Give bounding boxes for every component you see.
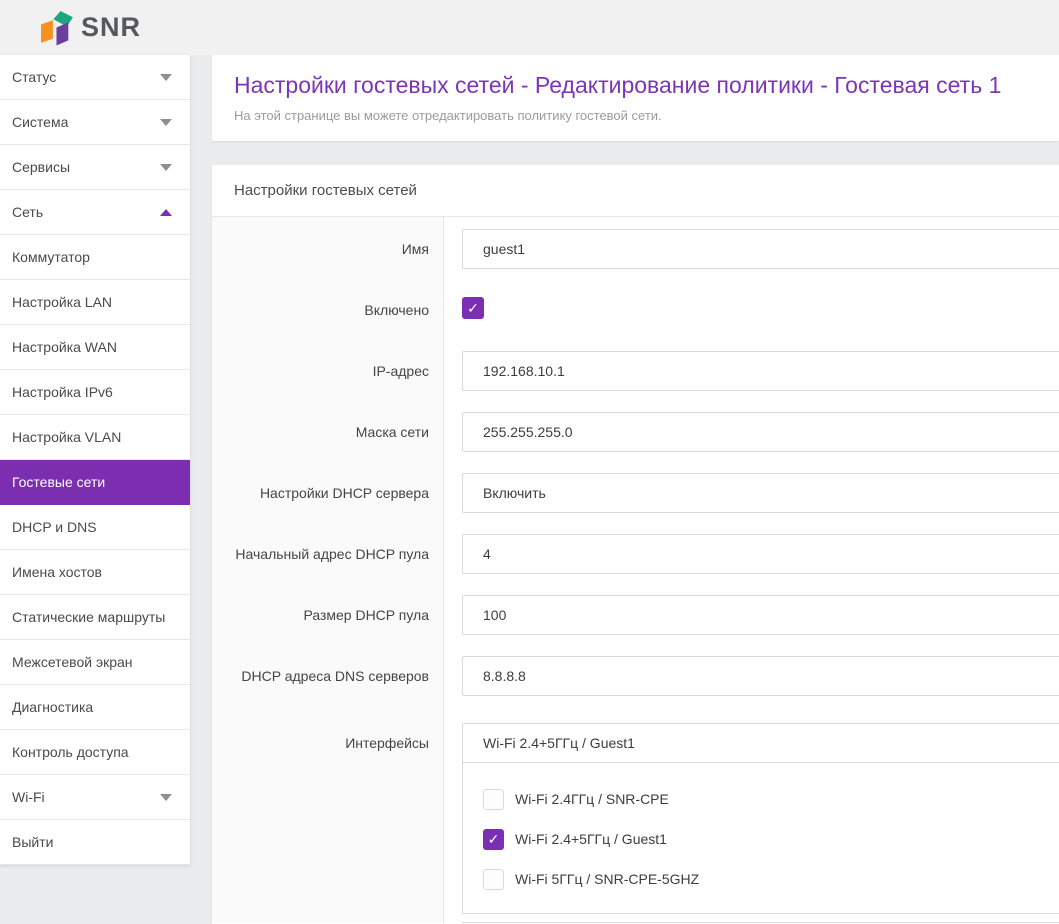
- form-row-dhcp-dns: DHCP адреса DNS серверов: [212, 644, 1059, 705]
- netmask-input[interactable]: [462, 412, 1059, 452]
- dhcp-dns-label: DHCP адреса DNS серверов: [212, 644, 443, 705]
- interfaces-input[interactable]: [462, 723, 1059, 763]
- sidebar-item-label: Настройка WAN: [12, 339, 117, 355]
- interface-checkbox-checked[interactable]: ✓: [483, 829, 504, 850]
- dhcp-pool-start-label: Начальный адрес DHCP пула: [212, 522, 443, 583]
- sidebar-item-ipv6-settings[interactable]: Настройка IPv6: [0, 370, 190, 415]
- sidebar-item-logout[interactable]: Выйти: [0, 820, 190, 865]
- enabled-label: Включено: [212, 278, 443, 339]
- guest-network-form-card: Настройки гостевых сетей Имя Включено ✓ …: [212, 165, 1059, 924]
- interfaces-label: Интерфейсы: [212, 705, 443, 923]
- form-row-enabled: Включено ✓: [212, 278, 1059, 339]
- sidebar-item-label: DHCP и DNS: [12, 519, 97, 535]
- name-input[interactable]: [462, 229, 1059, 269]
- sidebar-item-label: Имена хостов: [12, 564, 102, 580]
- dhcp-server-select[interactable]: [462, 473, 1059, 513]
- sidebar-item-label: Гостевые сети: [12, 474, 105, 490]
- ip-address-input[interactable]: [462, 351, 1059, 391]
- chevron-down-icon: [160, 74, 172, 81]
- sidebar-item-guest-networks[interactable]: Гостевые сети: [0, 460, 190, 505]
- sidebar-item-network[interactable]: Сеть: [0, 190, 190, 235]
- sidebar-item-label: Статус: [12, 69, 56, 85]
- sidebar-item-wifi[interactable]: Wi-Fi: [0, 775, 190, 820]
- sidebar-item-switch[interactable]: Коммутатор: [0, 235, 190, 280]
- form-row-dhcp-pool-start: Начальный адрес DHCP пула: [212, 522, 1059, 583]
- sidebar-item-label: Система: [12, 114, 68, 130]
- chevron-down-icon: [160, 794, 172, 801]
- name-label: Имя: [212, 217, 443, 278]
- page-title: Настройки гостевых сетей - Редактировани…: [234, 70, 1059, 100]
- snr-logo-icon: [40, 10, 74, 46]
- sidebar-item-static-routes[interactable]: Статические маршруты: [0, 595, 190, 640]
- sidebar: Статус Система Сервисы Сеть Коммутатор Н…: [0, 55, 190, 865]
- interfaces-dropdown-panel: Wi-Fi 2.4ГГц / SNR-CPE ✓ Wi-Fi 2.4+5ГГц …: [462, 762, 1059, 914]
- interface-option-label: Wi-Fi 2.4+5ГГц / Guest1: [515, 831, 667, 847]
- sidebar-item-hostnames[interactable]: Имена хостов: [0, 550, 190, 595]
- interface-option-label: Wi-Fi 2.4ГГц / SNR-CPE: [515, 791, 669, 807]
- sidebar-item-vlan-settings[interactable]: Настройка VLAN: [0, 415, 190, 460]
- page-subtitle: На этой странице вы можете отредактирова…: [234, 108, 1059, 123]
- form-body: Имя Включено ✓ IP-адрес: [212, 217, 1059, 923]
- sidebar-item-label: Настройка VLAN: [12, 429, 121, 445]
- enabled-checkbox[interactable]: ✓: [462, 297, 484, 319]
- dhcp-server-label: Настройки DHCP сервера: [212, 461, 443, 522]
- form-row-ip-address: IP-адрес: [212, 339, 1059, 400]
- snr-logo: SNR: [40, 10, 141, 46]
- next-field-cutoff: [462, 922, 1059, 923]
- sidebar-item-label: Настройка IPv6: [12, 384, 113, 400]
- interface-option-wifi245-guest1[interactable]: ✓ Wi-Fi 2.4+5ГГц / Guest1: [463, 819, 1059, 859]
- form-row-name: Имя: [212, 217, 1059, 278]
- sidebar-item-status[interactable]: Статус: [0, 55, 190, 100]
- form-row-dhcp-pool-size: Размер DHCP пула: [212, 583, 1059, 644]
- form-row-netmask: Маска сети: [212, 400, 1059, 461]
- sidebar-item-access-control[interactable]: Контроль доступа: [0, 730, 190, 775]
- brand-name: SNR: [81, 12, 141, 43]
- check-icon: ✓: [467, 300, 479, 317]
- sidebar-item-dhcp-dns[interactable]: DHCP и DNS: [0, 505, 190, 550]
- dhcp-pool-size-input[interactable]: [462, 595, 1059, 635]
- sidebar-item-firewall[interactable]: Межсетевой экран: [0, 640, 190, 685]
- interface-checkbox-unchecked[interactable]: [483, 869, 504, 890]
- sidebar-item-diagnostics[interactable]: Диагностика: [0, 685, 190, 730]
- sidebar-item-label: Wi-Fi: [12, 789, 45, 805]
- sidebar-item-label: Сервисы: [12, 159, 70, 175]
- ip-address-label: IP-адрес: [212, 339, 443, 400]
- sidebar-item-label: Сеть: [12, 204, 43, 220]
- interface-option-wifi24[interactable]: Wi-Fi 2.4ГГц / SNR-CPE: [463, 779, 1059, 819]
- form-row-interfaces: Интерфейсы Wi-Fi 2.4ГГц / SNR-CPE ✓ Wi-F…: [212, 705, 1059, 923]
- sidebar-item-wan-settings[interactable]: Настройка WAN: [0, 325, 190, 370]
- interface-checkbox-unchecked[interactable]: [483, 789, 504, 810]
- sidebar-item-label: Коммутатор: [12, 249, 90, 265]
- sidebar-item-label: Диагностика: [12, 699, 93, 715]
- sidebar-item-label: Межсетевой экран: [12, 654, 133, 670]
- dhcp-dns-input[interactable]: [462, 656, 1059, 696]
- sidebar-item-label: Статические маршруты: [12, 609, 165, 625]
- chevron-up-icon: [160, 209, 172, 216]
- form-row-dhcp-server: Настройки DHCP сервера: [212, 461, 1059, 522]
- sidebar-item-lan-settings[interactable]: Настройка LAN: [0, 280, 190, 325]
- form-card-title: Настройки гостевых сетей: [212, 165, 1059, 217]
- chevron-down-icon: [160, 119, 172, 126]
- sidebar-item-system[interactable]: Система: [0, 100, 190, 145]
- check-icon: ✓: [488, 831, 500, 848]
- interface-option-wifi5[interactable]: Wi-Fi 5ГГц / SNR-CPE-5GHZ: [463, 859, 1059, 899]
- netmask-label: Маска сети: [212, 400, 443, 461]
- chevron-down-icon: [160, 164, 172, 171]
- dhcp-pool-size-label: Размер DHCP пула: [212, 583, 443, 644]
- main-content: Настройки гостевых сетей - Редактировани…: [212, 55, 1059, 924]
- page-header-card: Настройки гостевых сетей - Редактировани…: [212, 55, 1059, 141]
- dhcp-pool-start-input[interactable]: [462, 534, 1059, 574]
- sidebar-item-label: Настройка LAN: [12, 294, 112, 310]
- interface-option-label: Wi-Fi 5ГГц / SNR-CPE-5GHZ: [515, 871, 699, 887]
- topbar: SNR: [0, 0, 1059, 55]
- sidebar-item-services[interactable]: Сервисы: [0, 145, 190, 190]
- sidebar-item-label: Выйти: [12, 834, 53, 850]
- sidebar-item-label: Контроль доступа: [12, 744, 129, 760]
